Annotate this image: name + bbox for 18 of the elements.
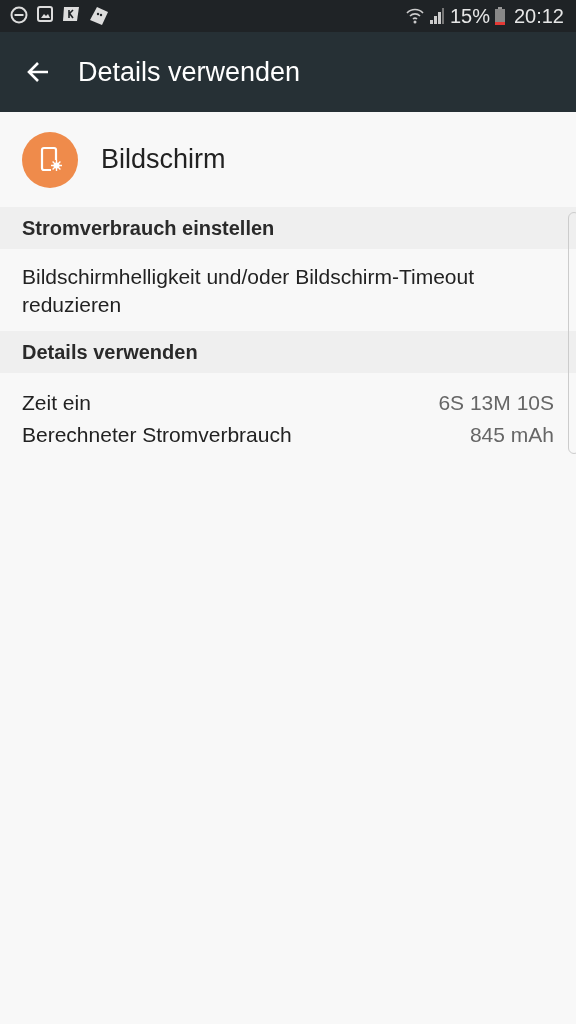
app-icon xyxy=(62,6,80,22)
app-name: Bildschirm xyxy=(101,144,226,175)
image-icon xyxy=(37,6,53,22)
section-header: Details verwenden xyxy=(0,331,576,373)
wifi-icon xyxy=(405,7,424,25)
signal-icon xyxy=(428,7,445,25)
screen-title: Details verwenden xyxy=(78,56,301,88)
section-header: Stromverbrauch einstellen xyxy=(0,207,576,249)
tip-text[interactable]: Bildschirmhelligkeit und/oder Bildschirm-Timeout reduzieren xyxy=(0,249,576,331)
do-not-disturb-icon xyxy=(10,6,28,24)
battery-icon xyxy=(494,7,505,25)
clock: 20:12 xyxy=(513,4,564,28)
detail-label: Zeit ein xyxy=(22,390,91,416)
detail-label: Berechneter Stromverbrauch xyxy=(22,422,292,448)
detail-value: 845 mAh xyxy=(469,422,554,448)
detail-value: 6S 13M 10S xyxy=(438,390,554,416)
battery-percent: 15% xyxy=(449,4,490,28)
back-arrow-icon[interactable] xyxy=(26,61,50,83)
